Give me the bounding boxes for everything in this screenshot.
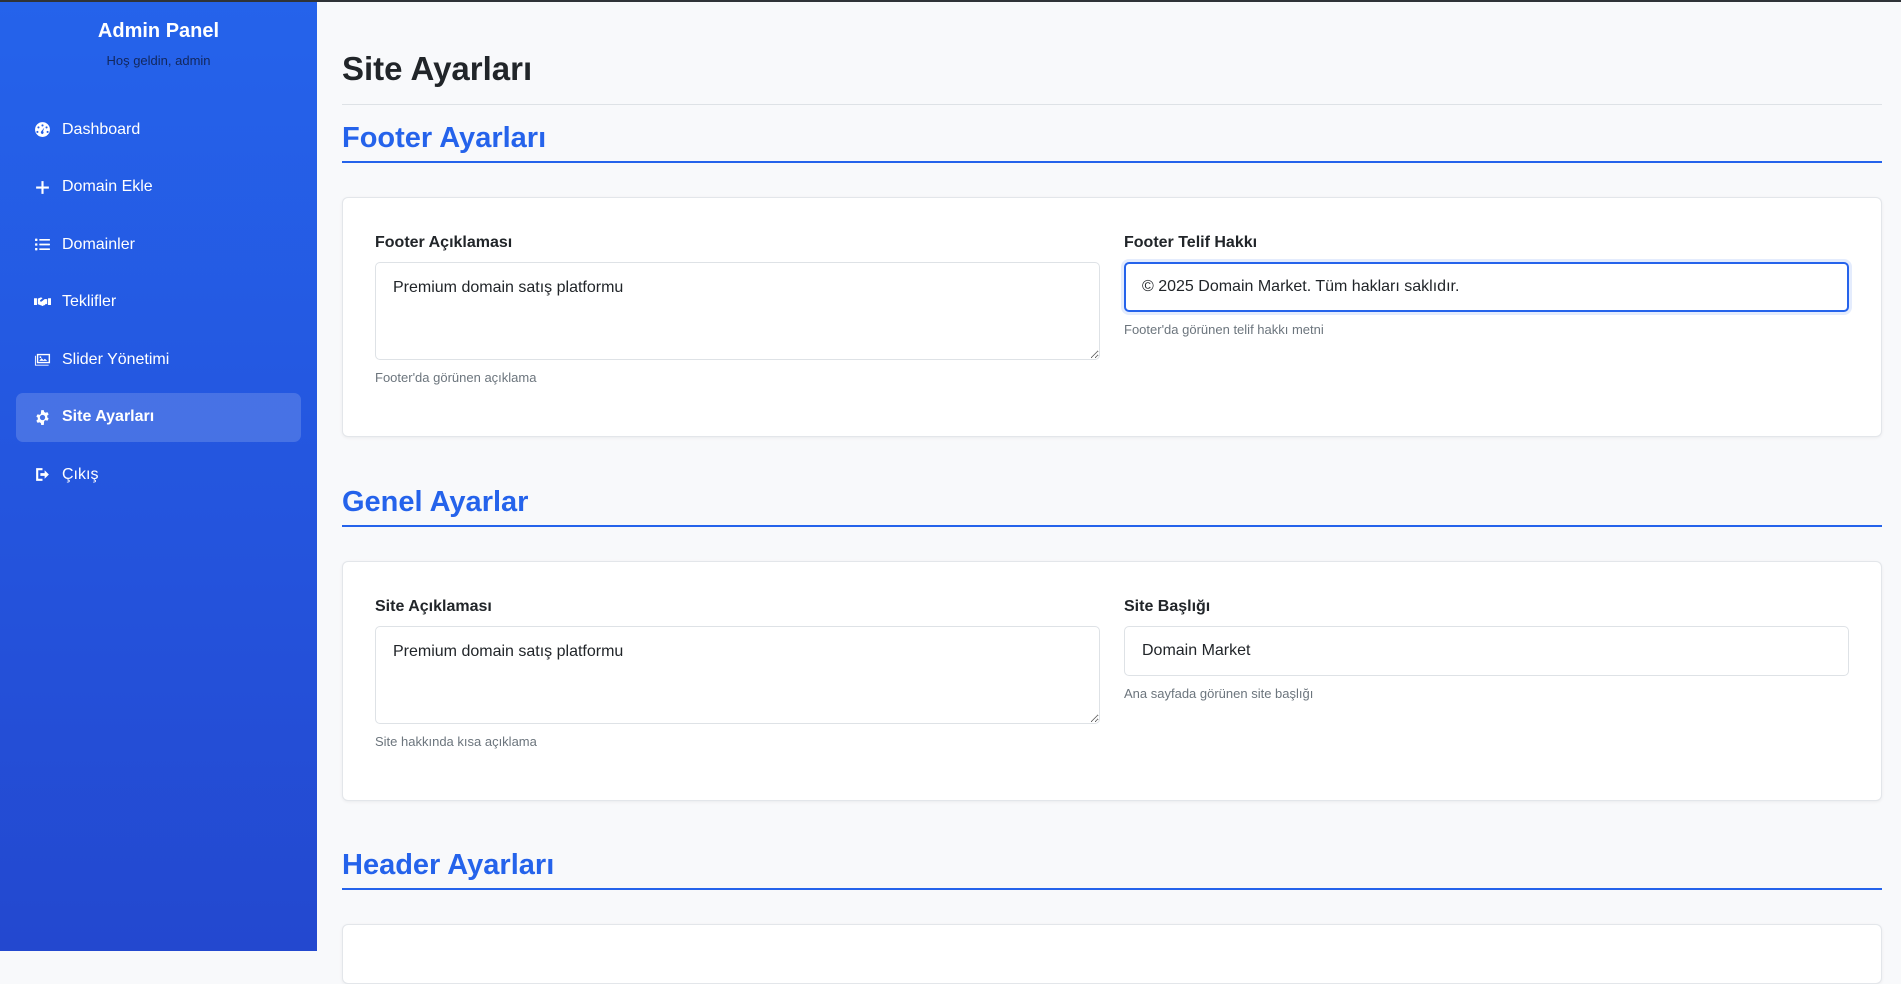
sidebar-nav: Dashboard Domain Ekle Domainler Teklifle… [16,105,301,508]
sidebar-item-dashboard[interactable]: Dashboard [16,105,301,154]
top-border [0,0,1901,2]
site-description-label: Site Açıklaması [375,598,492,615]
footer-copyright-help: Footer'da görünen telif hakkı metni [1124,322,1324,337]
footer-settings-card: Footer Açıklaması Premium domain satış p… [342,197,1882,437]
sidebar-item-teklifler[interactable]: Teklifler [16,278,301,327]
section-title-general: Genel Ayarlar [342,486,1882,527]
sidebar-item-cikis[interactable]: Çıkış [16,450,301,499]
images-icon [32,350,52,370]
sidebar-item-slider-yonetimi[interactable]: Slider Yönetimi [16,335,301,384]
sidebar-item-site-ayarlari[interactable]: Site Ayarları [16,392,301,442]
sidebar-item-label: Dashboard [62,120,141,138]
site-description-field: Site Açıklaması Premium domain satış pla… [375,598,1100,749]
sidebar-item-domainler[interactable]: Domainler [16,220,301,269]
sidebar-item-label: Slider Yönetimi [62,350,170,368]
site-title-field: Site Başlığı Ana sayfada görünen site ba… [1124,598,1849,701]
sidebar-item-label: Çıkış [62,465,99,483]
footer-description-label: Footer Açıklaması [375,234,513,251]
sidebar: Admin Panel Hoş geldin, admin Dashboard … [0,0,317,951]
gear-icon [32,407,52,427]
sidebar-item-label: Domain Ekle [62,178,153,195]
brand: Admin Panel Hoş geldin, admin [0,0,317,68]
general-settings-card: Site Açıklaması Premium domain satış pla… [342,561,1882,801]
sidebar-item-domain-ekle[interactable]: Domain Ekle [16,163,301,212]
sidebar-item-label: Site Ayarları [62,408,155,425]
site-title-input[interactable] [1124,626,1849,676]
page-title: Site Ayarları [342,50,533,87]
main-content: Site Ayarları Footer Ayarları Footer Açı… [342,0,1882,984]
sign-out-icon [32,465,52,485]
brand-title: Admin Panel [97,20,220,42]
header-settings-card [342,924,1882,984]
handshake-icon [32,292,52,312]
sidebar-item-label: Domainler [62,235,135,253]
footer-copyright-field: Footer Telif Hakkı Footer'da görünen tel… [1124,234,1849,337]
plus-icon [32,177,52,197]
site-description-help: Site hakkında kısa açıklama [375,734,537,749]
section-title-header: Header Ayarları [342,849,1882,890]
footer-description-field: Footer Açıklaması Premium domain satış p… [375,234,1100,385]
welcome-text: Hoş geldin, admin [106,53,211,68]
footer-description-textarea[interactable]: Premium domain satış platformu [375,262,1100,360]
footer-copyright-input[interactable] [1124,262,1849,312]
list-icon [32,235,52,255]
title-divider [342,104,1882,105]
site-title-help: Ana sayfada görünen site başlığı [1124,686,1314,701]
site-title-label: Site Başlığı [1124,598,1211,615]
sidebar-item-label: Teklifler [62,293,117,310]
dashboard-icon [32,120,52,140]
section-title-footer: Footer Ayarları [342,122,1882,163]
site-description-textarea[interactable]: Premium domain satış platformu [375,626,1100,724]
footer-description-help: Footer'da görünen açıklama [375,370,537,385]
footer-copyright-label: Footer Telif Hakkı [1124,234,1258,251]
